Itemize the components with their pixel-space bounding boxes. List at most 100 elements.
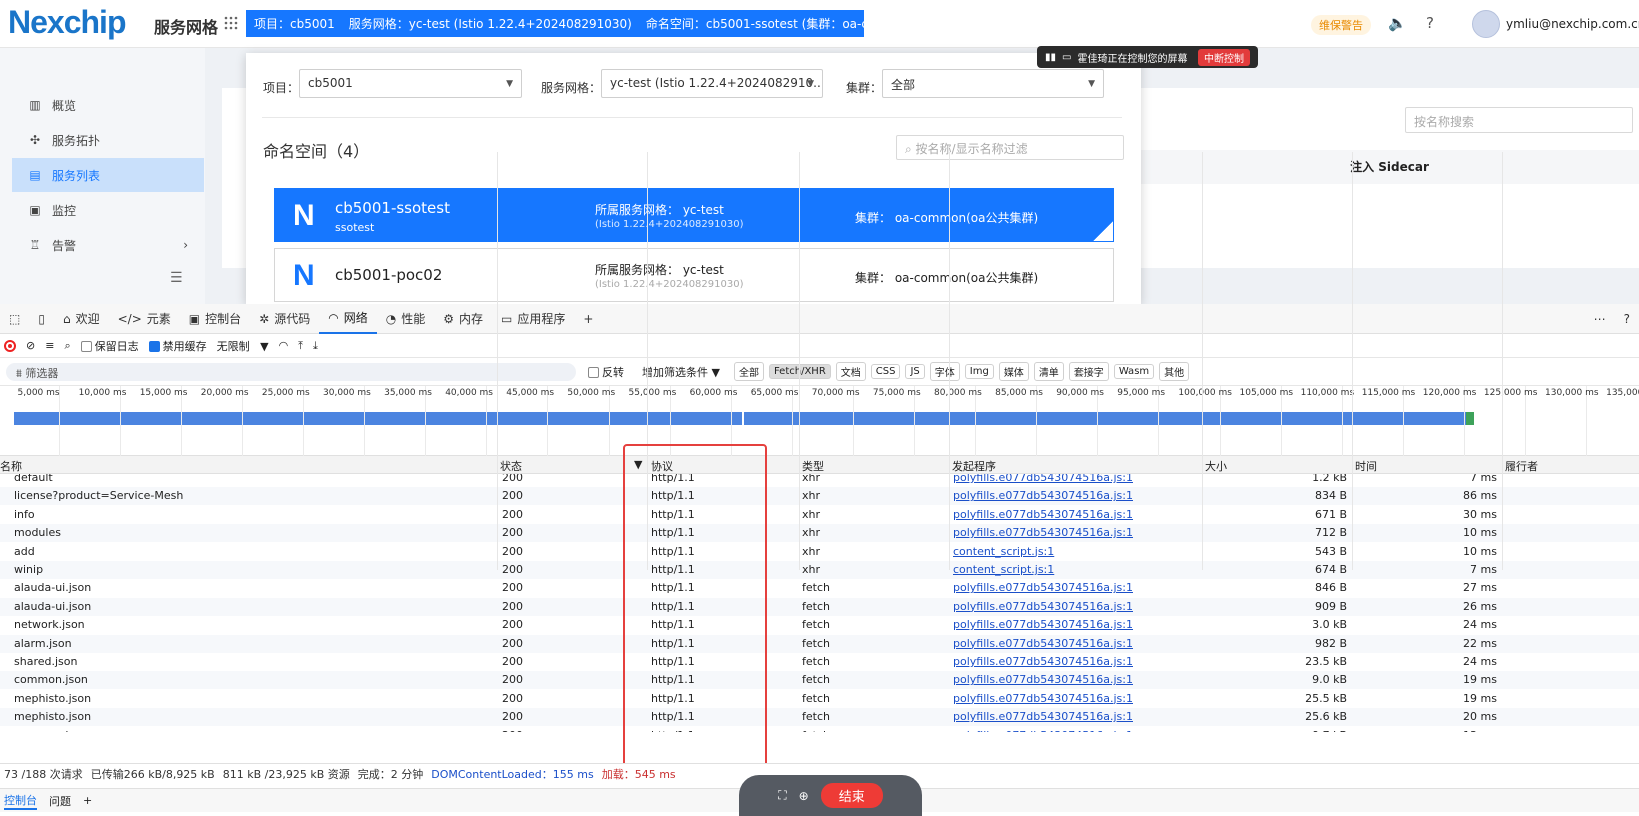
type-filter-manifest[interactable]: 清单	[1033, 362, 1064, 381]
table-row[interactable]: alauda-ui.json 200 http/1.1 fetch polyfills.…	[0, 579, 1639, 597]
invert-checkbox[interactable]: 反转	[588, 364, 624, 380]
drawer-tab-issues[interactable]: 问题	[49, 793, 71, 809]
tab-performance[interactable]: ◔ 性能	[377, 304, 435, 334]
table-row[interactable]: winip 200 http/1.1 xhr content_script.js:1 67…	[0, 561, 1639, 579]
device-toolbar-icon[interactable]: ▯	[29, 304, 54, 334]
add-tab-icon[interactable]: +	[574, 304, 602, 334]
request-initiator[interactable]: polyfills.e077db543074516a.js:1	[953, 526, 1133, 539]
request-initiator[interactable]: polyfills.e077db543074516a.js:1	[953, 618, 1133, 631]
sidebar-item-alarm[interactable]: ♖ 告警 ›	[12, 228, 204, 262]
request-initiator[interactable]: polyfills.e077db543074516a.js:1	[953, 508, 1133, 521]
table-row[interactable]: alarm.json 200 http/1.1 fetch polyfills.e077…	[0, 634, 1639, 653]
column-fulfilled-by[interactable]: 履行者	[1505, 458, 1538, 474]
request-initiator[interactable]: polyfills.e077db543074516a.js:1	[953, 710, 1133, 723]
tab-application[interactable]: ▭ 应用程序	[492, 304, 574, 334]
project-select[interactable]: cb5001 ▼	[299, 69, 522, 98]
request-initiator[interactable]: polyfills.e077db543074516a.js:1	[953, 600, 1133, 613]
column-protocol[interactable]: 协议	[651, 458, 673, 474]
request-initiator[interactable]: polyfills.e077db543074516a.js:1	[953, 729, 1133, 732]
type-filter-doc[interactable]: 文档	[835, 362, 866, 381]
export-icon[interactable]: ⤓	[313, 339, 318, 353]
record-icon[interactable]	[4, 339, 16, 352]
request-initiator[interactable]: polyfills.e077db543074516a.js:1	[953, 581, 1133, 594]
disable-cache-checkbox[interactable]: 禁用缓存	[148, 338, 207, 354]
preserve-log-checkbox[interactable]: 保留日志	[80, 338, 139, 354]
table-row[interactable]: shared.json 200 http/1.1 fetch polyfills.e07…	[0, 653, 1639, 671]
cluster-select[interactable]: 全部 ▼	[882, 69, 1104, 98]
table-row[interactable]: alauda-ui.json 200 http/1.1 fetch polyfills.…	[0, 597, 1639, 616]
type-filter-socket[interactable]: 套接字	[1068, 362, 1109, 381]
column-name[interactable]: 名称	[0, 458, 22, 474]
type-filter-img[interactable]: Img	[964, 364, 994, 379]
type-filter-font[interactable]: 字体	[929, 362, 960, 381]
request-initiator[interactable]: polyfills.e077db543074516a.js:1	[953, 489, 1133, 502]
import-icon[interactable]: ⤒	[298, 339, 303, 353]
name-search-input[interactable]: 按名称搜索	[1405, 107, 1633, 133]
zoom-in-icon[interactable]: ⊕	[799, 789, 809, 803]
tab-network[interactable]: ◠ 网络	[319, 304, 377, 334]
request-initiator[interactable]: content_script.js:1	[953, 545, 1054, 558]
namespace-filter-input[interactable]: ⌕ 按名称/显示名称过滤	[896, 135, 1124, 160]
table-row[interactable]: modules 200 http/1.1 xhr polyfills.e077db543…	[0, 524, 1639, 543]
sidebar-item-monitor[interactable]: ▣ 监控	[12, 193, 204, 227]
table-row[interactable]: network.json 200 http/1.1 fetch polyfills.e0…	[0, 616, 1639, 634]
filter-icon[interactable]: ≡	[45, 339, 54, 352]
table-row[interactable]: info 200 http/1.1 xhr polyfills.e077db543074…	[0, 506, 1639, 524]
table-row[interactable]: mephisto.json 200 http/1.1 fetch polyfills.e…	[0, 690, 1639, 708]
namespace-card-cb5001-ssotest[interactable]: N cb5001-ssotest ssotest 所属服务网格： yc-test…	[274, 188, 1114, 242]
table-row[interactable]: add 200 http/1.1 xhr content_script.js:1 543 …	[0, 543, 1639, 561]
column-time[interactable]: 时间	[1355, 458, 1377, 474]
table-row[interactable]: mephisto.json 200 http/1.1 fetch polyfills.e…	[0, 708, 1639, 727]
collapse-sidebar-icon[interactable]: ☰	[170, 270, 183, 286]
namespace-card-cb5001-poc02[interactable]: N cb5001-poc02 所属服务网格： yc-test (Istio 1.…	[274, 248, 1114, 302]
sidebar-item-service-list[interactable]: ▤ 服务列表	[12, 158, 204, 192]
column-initiator[interactable]: 发起程序	[952, 458, 996, 474]
table-row[interactable]: default 200 http/1.1 xhr polyfills.e077db543…	[0, 474, 1639, 487]
throttle-select[interactable]: 无限制 ▼	[217, 338, 269, 354]
tab-elements[interactable]: </> 元素	[109, 304, 180, 334]
avatar[interactable]	[1472, 10, 1500, 38]
type-filter-js[interactable]: JS	[905, 364, 925, 379]
stop-control-button[interactable]: 中断控制	[1198, 48, 1250, 66]
type-filter-all[interactable]: 全部	[733, 362, 764, 381]
search-icon[interactable]: ⌕	[64, 339, 70, 353]
table-row[interactable]: license?product=Service-Mesh 200 http/1.1 x…	[0, 487, 1639, 506]
network-conditions-icon[interactable]: ◠	[279, 339, 289, 352]
type-filter-wasm[interactable]: Wasm	[1113, 364, 1155, 379]
sidebar-item-topology[interactable]: ✣ 服务拓扑	[12, 123, 204, 157]
mesh-select[interactable]: yc-test (Istio 1.22.4+2024082910... ▼	[601, 69, 823, 98]
clear-icon[interactable]: ⊘	[26, 339, 35, 352]
fullscreen-icon[interactable]: ⛶	[778, 788, 786, 803]
tab-welcome[interactable]: ⌂ 欢迎	[54, 304, 109, 334]
sidebar-item-overview[interactable]: ▥ 概览	[12, 88, 204, 122]
network-filter-input[interactable]: ⩩ 筛选器	[6, 362, 576, 381]
table-row[interactable]: common.json 200 http/1.1 fetch polyfills.e07…	[0, 671, 1639, 690]
type-filter-css[interactable]: CSS	[870, 364, 901, 379]
inspect-icon[interactable]: ⬚	[0, 304, 29, 334]
help-icon[interactable]: ?	[1615, 304, 1639, 334]
speaker-icon[interactable]: 🔈	[1388, 14, 1407, 32]
type-filter-media[interactable]: 媒体	[998, 362, 1029, 381]
request-initiator[interactable]: polyfills.e077db543074516a.js:1	[953, 655, 1133, 668]
more-options-icon[interactable]: ⋯	[1585, 304, 1615, 334]
table-row[interactable]: common.json 200 http/1.1 fetch polyfills.e07…	[0, 727, 1639, 732]
more-filters-dropdown[interactable]: 增加筛选条件 ▼	[642, 364, 720, 380]
tab-sources[interactable]: ✲ 源代码	[250, 304, 319, 334]
type-filter-other[interactable]: 其他	[1159, 362, 1190, 381]
drawer-tab-console[interactable]: 控制台	[4, 792, 37, 810]
end-session-button[interactable]: 结束	[820, 783, 883, 808]
grid-menu-icon[interactable]	[224, 16, 238, 30]
add-drawer-tab-icon[interactable]: +	[83, 794, 92, 807]
logo[interactable]: Nexchip	[8, 4, 126, 41]
maintenance-warning-badge[interactable]: 维保警告	[1311, 15, 1371, 35]
column-status[interactable]: 状态	[500, 458, 522, 474]
request-initiator[interactable]: polyfills.e077db543074516a.js:1	[953, 692, 1133, 705]
tab-memory[interactable]: ⚙ 内存	[434, 304, 492, 334]
request-initiator[interactable]: content_script.js:1	[953, 563, 1054, 576]
tab-console[interactable]: ▣ 控制台	[180, 304, 250, 334]
request-initiator[interactable]: polyfills.e077db543074516a.js:1	[953, 673, 1133, 686]
column-type[interactable]: 类型	[802, 458, 824, 474]
context-selector[interactable]: 项目：cb5001 服务网格：yc-test (Istio 1.22.4+202…	[246, 10, 938, 37]
user-email[interactable]: ymliu@nexchip.com.cn	[1506, 17, 1639, 31]
column-size[interactable]: 大小	[1205, 458, 1227, 474]
